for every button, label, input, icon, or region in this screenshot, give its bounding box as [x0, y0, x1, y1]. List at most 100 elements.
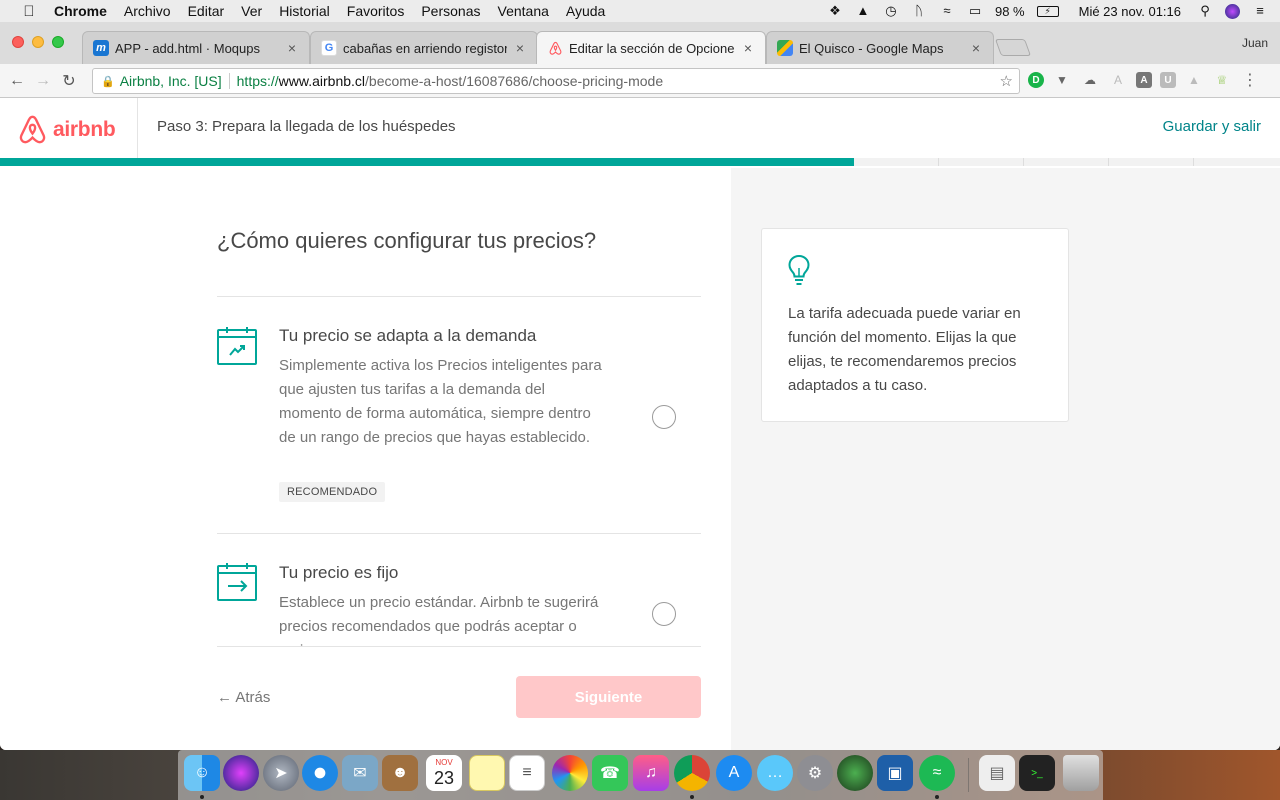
progress-segment-divider	[1023, 158, 1024, 166]
airbnb-logo[interactable]: airbnb	[18, 114, 116, 145]
dashlane-extension-icon[interactable]: D	[1028, 72, 1044, 88]
photos-icon[interactable]	[552, 755, 588, 791]
close-window-button[interactable]	[12, 36, 24, 48]
radio-fixed-pricing[interactable]	[652, 602, 676, 626]
notification-center-icon[interactable]: ≡	[1252, 4, 1268, 18]
angular-extension-icon[interactable]: A	[1108, 70, 1128, 90]
downloads-stack-icon[interactable]: ▤	[979, 755, 1015, 791]
new-tab-button[interactable]	[994, 39, 1032, 56]
close-tab-icon[interactable]: ×	[285, 40, 299, 56]
app-store-icon[interactable]: A	[716, 755, 752, 791]
bluetooth-icon[interactable]: ᚢ	[911, 4, 927, 18]
google-earth-icon[interactable]	[837, 755, 873, 791]
tab-title: El Quisco - Google Maps	[799, 40, 944, 56]
bookmark-star-icon[interactable]: ☆	[1000, 72, 1013, 90]
airbnb-header: airbnb Paso 3: Prepara la llegada de los…	[0, 98, 1280, 166]
mail-icon[interactable]: ✉	[342, 755, 378, 791]
sourcetree-icon[interactable]: ▣	[877, 755, 913, 791]
trash-icon[interactable]	[1063, 755, 1099, 791]
messages-icon[interactable]: …	[757, 755, 793, 791]
u-extension-icon[interactable]: U	[1160, 72, 1176, 88]
lock-icon[interactable]: 🔒	[101, 75, 115, 88]
tip-card: La tarifa adecuada puede variar en funci…	[761, 228, 1069, 422]
battery-percentage[interactable]: 98 %	[995, 4, 1025, 19]
time-machine-icon[interactable]: ◷	[883, 4, 899, 18]
zoom-window-button[interactable]	[52, 36, 64, 48]
spotlight-search-icon[interactable]: ⚲	[1197, 4, 1213, 18]
option-title: Tu precio es fijo	[279, 563, 399, 582]
cloud-extension-icon[interactable]: ☁	[1080, 70, 1100, 90]
save-and-exit-link[interactable]: Guardar y salir	[1163, 118, 1261, 135]
apple-menu-icon[interactable]: 	[18, 3, 40, 20]
reminders-icon[interactable]: ≡	[509, 755, 545, 791]
terminal-icon[interactable]: >_	[1019, 755, 1055, 791]
address-separator	[228, 73, 230, 89]
facetime-icon[interactable]: ☎	[592, 755, 628, 791]
browser-toolbar: ← → ↻ 🔒 Airbnb, Inc. [US] https:// www.a…	[0, 64, 1280, 98]
close-tab-icon[interactable]: ×	[969, 40, 983, 56]
menu-app-name[interactable]: Chrome	[54, 3, 107, 19]
site-identity[interactable]: Airbnb, Inc. [US]	[120, 73, 222, 89]
menu-editar[interactable]: Editar	[188, 3, 225, 19]
google-maps-icon	[777, 40, 793, 56]
profile-button[interactable]: Juan	[1242, 36, 1268, 50]
clock[interactable]: Mié 23 nov. 01:16	[1079, 4, 1181, 19]
contacts-icon[interactable]: ☻	[382, 755, 418, 791]
dock-separator	[968, 758, 969, 792]
address-bar[interactable]: 🔒 Airbnb, Inc. [US] https:// www.airbnb.…	[92, 68, 1020, 94]
system-preferences-icon[interactable]: ⚙	[797, 755, 833, 791]
tab-moqups[interactable]: m APP - add.html · Moqups ×	[82, 31, 310, 64]
tab-google-search[interactable]: G cabañas en arriendo registor - ×	[310, 31, 538, 64]
back-arrow-icon[interactable]: ←	[4, 68, 30, 94]
chrome-menu-icon[interactable]: ⋮	[1240, 70, 1260, 90]
menu-ver[interactable]: Ver	[241, 3, 262, 19]
menu-favoritos[interactable]: Favoritos	[347, 3, 405, 19]
running-indicator	[200, 795, 204, 799]
minimize-window-button[interactable]	[32, 36, 44, 48]
google-icon: G	[321, 40, 337, 56]
menu-archivo[interactable]: Archivo	[124, 3, 171, 19]
wifi-icon[interactable]: ≈	[939, 4, 955, 18]
calendar-icon[interactable]: NOV 23	[426, 755, 462, 791]
forward-arrow-icon[interactable]: →	[30, 68, 56, 94]
tab-strip: m APP - add.html · Moqups × G cabañas en…	[0, 22, 1280, 64]
finder-icon[interactable]: ☺	[184, 755, 220, 791]
tab-google-maps[interactable]: El Quisco - Google Maps ×	[766, 31, 994, 64]
angular-dark-extension-icon[interactable]: A	[1136, 72, 1152, 88]
macos-menubar:  Chrome Archivo Editar Ver Historial Fa…	[0, 0, 1280, 22]
radio-smart-pricing[interactable]	[652, 405, 676, 429]
back-button[interactable]: ← Atrás	[217, 689, 270, 706]
siri-menubar-icon[interactable]	[1225, 3, 1240, 19]
tab-title: Editar la sección de Opciones d	[569, 40, 735, 56]
notes-icon[interactable]	[469, 755, 505, 791]
option-description: Simplemente activa los Precios inteligen…	[279, 357, 602, 446]
running-indicator	[935, 795, 939, 799]
battery-icon[interactable]: ⚡	[1036, 5, 1059, 17]
menu-ayuda[interactable]: Ayuda	[566, 3, 605, 19]
next-button[interactable]: Siguiente	[516, 676, 701, 718]
google-drive-icon[interactable]: ▲	[855, 4, 871, 18]
dropbox-icon[interactable]: ❖	[827, 4, 843, 18]
page-title: ¿Cómo quieres configurar tus precios?	[217, 228, 597, 253]
chrome-icon[interactable]	[674, 755, 710, 791]
close-tab-icon[interactable]: ×	[741, 40, 755, 56]
pocket-extension-icon[interactable]: ▼	[1052, 70, 1072, 90]
tab-airbnb[interactable]: Editar la sección de Opciones d ×	[536, 31, 766, 64]
airplay-icon[interactable]: ▭	[967, 4, 983, 18]
close-tab-icon[interactable]: ×	[513, 40, 527, 56]
spotify-icon[interactable]: ≈	[919, 755, 955, 791]
url-scheme: https://	[236, 73, 279, 89]
reload-icon[interactable]: ↻	[56, 68, 82, 94]
drive-extension-icon[interactable]: ▲	[1184, 70, 1204, 90]
itunes-icon[interactable]: ♫	[633, 755, 669, 791]
launchpad-icon[interactable]: ➤	[263, 755, 299, 791]
siri-icon[interactable]	[223, 755, 259, 791]
menu-historial[interactable]: Historial	[279, 3, 330, 19]
tip-panel: La tarifa adecuada puede variar en funci…	[731, 168, 1280, 750]
menu-ventana[interactable]: Ventana	[498, 3, 549, 19]
divider	[217, 646, 701, 647]
page-content: ¿Cómo quieres configurar tus precios? Tu…	[0, 168, 1280, 750]
menu-personas[interactable]: Personas	[421, 3, 480, 19]
crown-extension-icon[interactable]: ♕	[1212, 70, 1232, 90]
safari-icon[interactable]	[302, 755, 338, 791]
